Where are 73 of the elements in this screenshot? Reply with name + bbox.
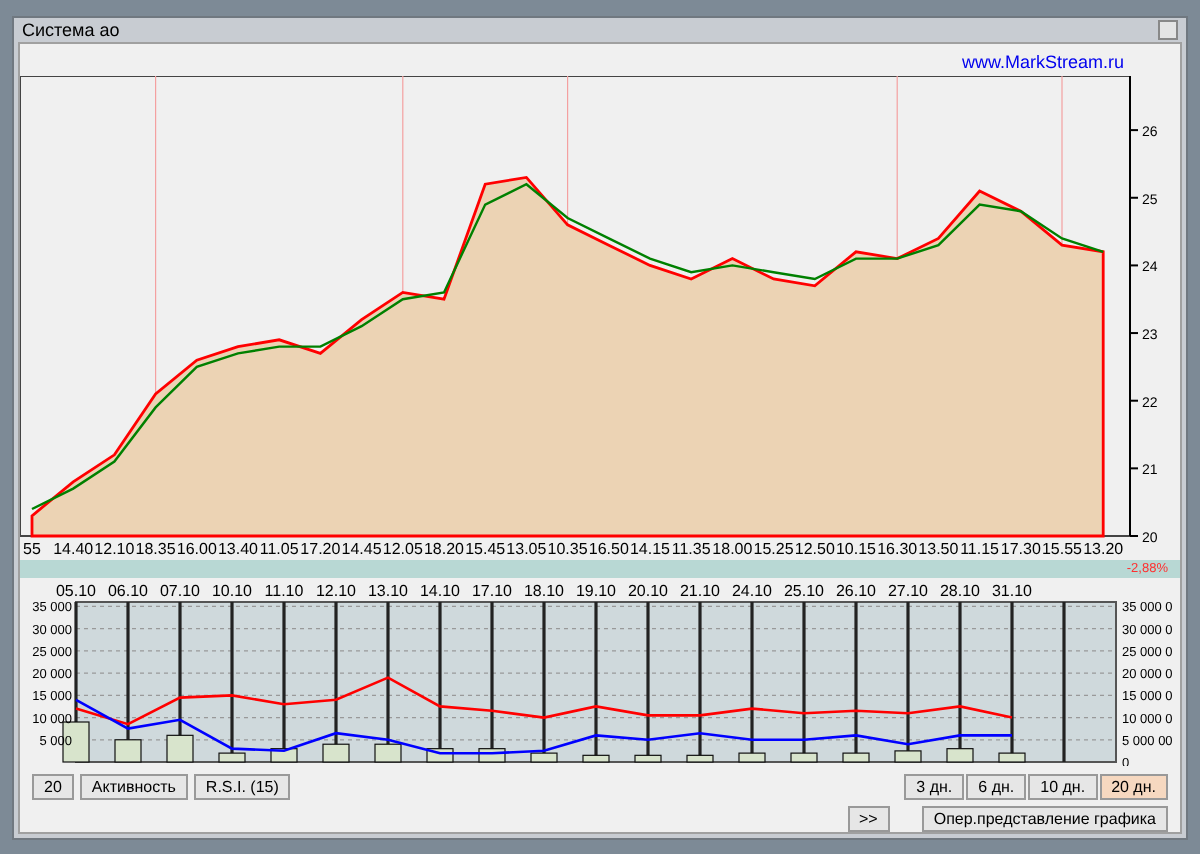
date-label: 24.10 xyxy=(731,582,773,600)
window-title: Система ао xyxy=(22,20,120,40)
volume-bar xyxy=(322,743,350,763)
axis-label: 16.30 xyxy=(877,540,918,556)
period-tab[interactable]: 10 дн. xyxy=(1028,774,1098,800)
date-label: 31.10 xyxy=(991,582,1033,600)
axis-label: 10.15 xyxy=(835,540,877,556)
axis-label: 16.00 xyxy=(176,540,217,556)
axis-label: 17.20 xyxy=(300,540,341,556)
date-label: 07.10 xyxy=(159,582,201,600)
volume-bar xyxy=(114,739,142,763)
site-link[interactable]: www.MarkStream.ru xyxy=(961,52,1124,74)
indicator-button[interactable]: 20 xyxy=(32,774,74,800)
axis-label: 13.05 xyxy=(506,540,547,556)
next-button[interactable]: >> xyxy=(847,806,890,832)
volume-bar xyxy=(374,743,402,763)
axis-label: 10.35 xyxy=(547,540,588,556)
axis-label: 12.05 xyxy=(382,540,423,556)
date-label: 25.10 xyxy=(783,582,825,600)
date-label: 05.10 xyxy=(55,582,97,600)
date-label: 18.10 xyxy=(523,582,565,600)
period-tab[interactable]: 6 дн. xyxy=(966,774,1027,800)
axis-label: 14.40 xyxy=(53,540,94,556)
date-label: 19.10 xyxy=(575,582,617,600)
indicator-button[interactable]: Активность xyxy=(79,774,188,800)
axis-label: 18.20 xyxy=(423,540,465,556)
axis-label: 13.40 xyxy=(217,540,259,556)
axis-label: 15.55 xyxy=(1041,540,1083,556)
axis-label: 14.15 xyxy=(629,540,671,556)
axis-label: 12.10 xyxy=(94,540,135,556)
axis-label: 15.45 xyxy=(465,540,506,556)
axis-label: 16.50 xyxy=(588,540,629,556)
date-label: 21.10 xyxy=(679,582,721,600)
axis-label: 18.00 xyxy=(712,540,753,556)
axis-label: 18.35 xyxy=(135,540,176,556)
date-label: 13.10 xyxy=(367,582,409,600)
axis-label: 11.05 xyxy=(259,540,299,556)
date-label: 11.10 xyxy=(264,582,304,600)
date-label: 10.10 xyxy=(211,582,253,600)
period-tab[interactable]: 3 дн. xyxy=(904,774,965,800)
date-label: 14.10 xyxy=(419,582,461,600)
volume-bar xyxy=(842,752,870,763)
window-menu-button[interactable] xyxy=(1158,20,1178,40)
axis-label: 15.25 xyxy=(753,540,794,556)
date-label: 12.10 xyxy=(315,582,357,600)
axis-label: 17.30 xyxy=(1000,540,1041,556)
axis-label: 11.35 xyxy=(671,540,711,556)
indicator-button[interactable]: R.S.I. (15) xyxy=(193,774,291,800)
period-tab[interactable]: 20 дн. xyxy=(1099,774,1168,800)
volume-bar xyxy=(530,752,558,763)
date-label: 06.10 xyxy=(107,582,149,600)
volume-bar xyxy=(894,750,922,763)
volume-bar xyxy=(582,754,610,763)
volume-bar xyxy=(946,748,974,763)
axis-label: 11.15 xyxy=(960,540,1000,556)
date-label: 28.10 xyxy=(939,582,981,600)
volume-bar xyxy=(998,752,1026,763)
axis-label: 14.45 xyxy=(341,540,382,556)
volume-bar xyxy=(634,754,662,763)
axis-label: 13.50 xyxy=(918,540,959,556)
volume-bar xyxy=(790,752,818,763)
date-label: 27.10 xyxy=(887,582,929,600)
date-label: 26.10 xyxy=(835,582,877,600)
volume-bar xyxy=(738,752,766,763)
volume-bar xyxy=(686,754,714,763)
axis-label: 55 xyxy=(23,540,41,556)
volume-bar xyxy=(218,752,246,763)
date-label: 20.10 xyxy=(627,582,669,600)
axis-label: 13.20 xyxy=(1083,540,1124,556)
view-mode-button[interactable]: Опер.представление графика xyxy=(921,806,1168,832)
axis-label: 12.50 xyxy=(794,540,835,556)
volume-bar xyxy=(166,734,194,763)
date-label: 17.10 xyxy=(471,582,513,600)
